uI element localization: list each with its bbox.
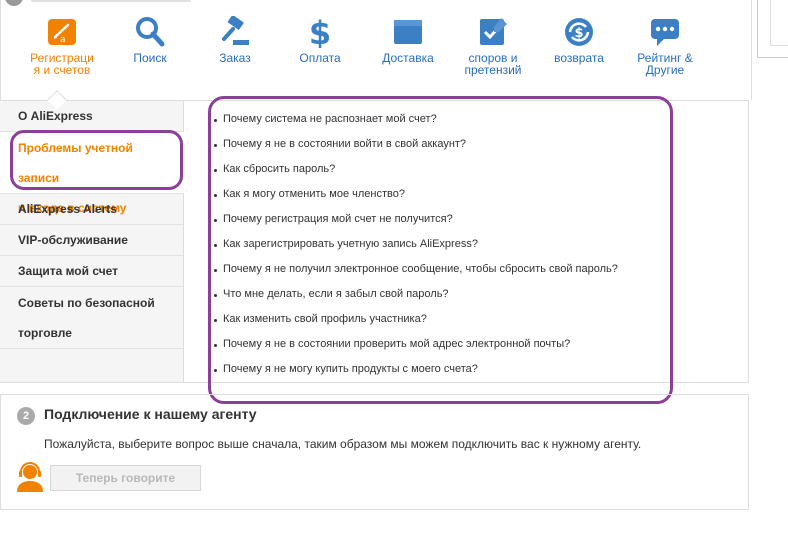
category-label: Доставка <box>382 51 434 65</box>
agent-section-description: Пожалуйста, выберите вопрос выше сначала… <box>44 437 642 451</box>
sidebar-item-protect-account[interactable]: Защита мой счет <box>0 256 183 287</box>
question-link[interactable]: Почему я не в состоянии проверить мой ад… <box>214 332 674 357</box>
question-link[interactable]: Почему я не в состоянии войти в свой акк… <box>214 132 674 157</box>
question-link[interactable]: Почему я не могу купить продукты с моего… <box>214 357 674 382</box>
sidebar-item-account-login[interactable]: Проблемы учетной записи и входа в систем… <box>0 132 184 215</box>
question-link[interactable]: Почему система не распознает мой счет? <box>214 107 674 132</box>
sidebar-item-label-line2: торговле <box>18 326 72 340</box>
question-list: Почему система не распознает мой счет? П… <box>214 107 674 382</box>
category-label: Поиск <box>133 51 167 65</box>
step-1-title-cut <box>31 0 191 2</box>
category-label: Рейтинг & Другие <box>637 51 693 77</box>
svg-text:$: $ <box>574 26 583 41</box>
sidebar-item-label-line1: Советы по безопасной <box>18 296 155 310</box>
agent-section-title: Подключение к нашему агенту <box>44 406 257 422</box>
agent-section: 2 Подключение к нашему агенту Пожалуйста… <box>0 394 749 510</box>
chat-bubble-icon <box>649 16 681 48</box>
right-side-inner-box <box>770 0 788 46</box>
sidebar-item-alerts[interactable]: AliExpress Alerts <box>0 194 183 225</box>
question-link[interactable]: Почему регистрация мой счет не получится… <box>214 207 674 232</box>
category-label: Регистраци я и счетов <box>30 51 94 77</box>
step-1-badge <box>5 0 23 6</box>
question-link[interactable]: Как изменить свой профиль участника? <box>214 307 674 332</box>
step-2-badge: 2 <box>17 407 35 425</box>
category-delivery[interactable]: Доставка <box>360 14 456 64</box>
support-agent-icon <box>15 461 45 493</box>
question-link[interactable]: Как я могу отменить мое членство? <box>214 182 674 207</box>
dollar-icon: $ <box>304 14 336 52</box>
category-order[interactable]: Заказ <box>187 14 283 64</box>
right-side-panel <box>757 0 788 58</box>
sidebar-item-vip[interactable]: VIP-обслуживание <box>0 225 183 256</box>
category-label: возврата <box>554 51 604 65</box>
category-label: споров и претензий <box>464 51 522 77</box>
category-search[interactable]: Поиск <box>102 14 198 64</box>
faq-sidebar: О AliExpress Проблемы учетной записи и в… <box>0 101 184 382</box>
gavel-icon <box>219 15 251 48</box>
question-link[interactable]: Почему я не получил электронное сообщени… <box>214 257 674 282</box>
sidebar-item-safe-trading[interactable]: Советы по безопасной торговле <box>0 287 183 349</box>
dispute-check-icon <box>477 16 509 48</box>
account-card-icon: a <box>46 16 78 48</box>
question-link[interactable]: Как зарегистрировать учетную запись AliE… <box>214 232 674 257</box>
svg-text:$: $ <box>309 16 331 48</box>
svg-text:a: a <box>60 35 66 45</box>
question-link[interactable]: Как сбросить пароль? <box>214 157 674 182</box>
sidebar-item-about[interactable]: О AliExpress <box>0 101 183 132</box>
box-icon <box>392 16 424 48</box>
question-link[interactable]: Что мне делать, если я забыл свой пароль… <box>214 282 674 307</box>
category-refund[interactable]: $ возврата <box>531 14 627 64</box>
category-payment[interactable]: $ Оплата <box>272 14 368 64</box>
sidebar-item-label-line1: Проблемы учетной записи <box>18 141 133 185</box>
category-rating[interactable]: Рейтинг & Другие <box>617 14 713 76</box>
talk-now-button[interactable]: Теперь говорите <box>50 465 201 491</box>
category-account[interactable]: a Регистраци я и счетов <box>14 14 110 76</box>
faq-panel: О AliExpress Проблемы учетной записи и в… <box>0 100 749 383</box>
category-disputes[interactable]: споров и претензий <box>445 14 541 76</box>
search-icon <box>134 16 166 48</box>
category-label: Заказ <box>219 51 251 65</box>
refund-icon: $ <box>563 16 595 48</box>
category-label: Оплата <box>299 51 341 65</box>
category-bar: a Регистраци я и счетов Поиск Заказ $ Оп… <box>14 14 734 100</box>
